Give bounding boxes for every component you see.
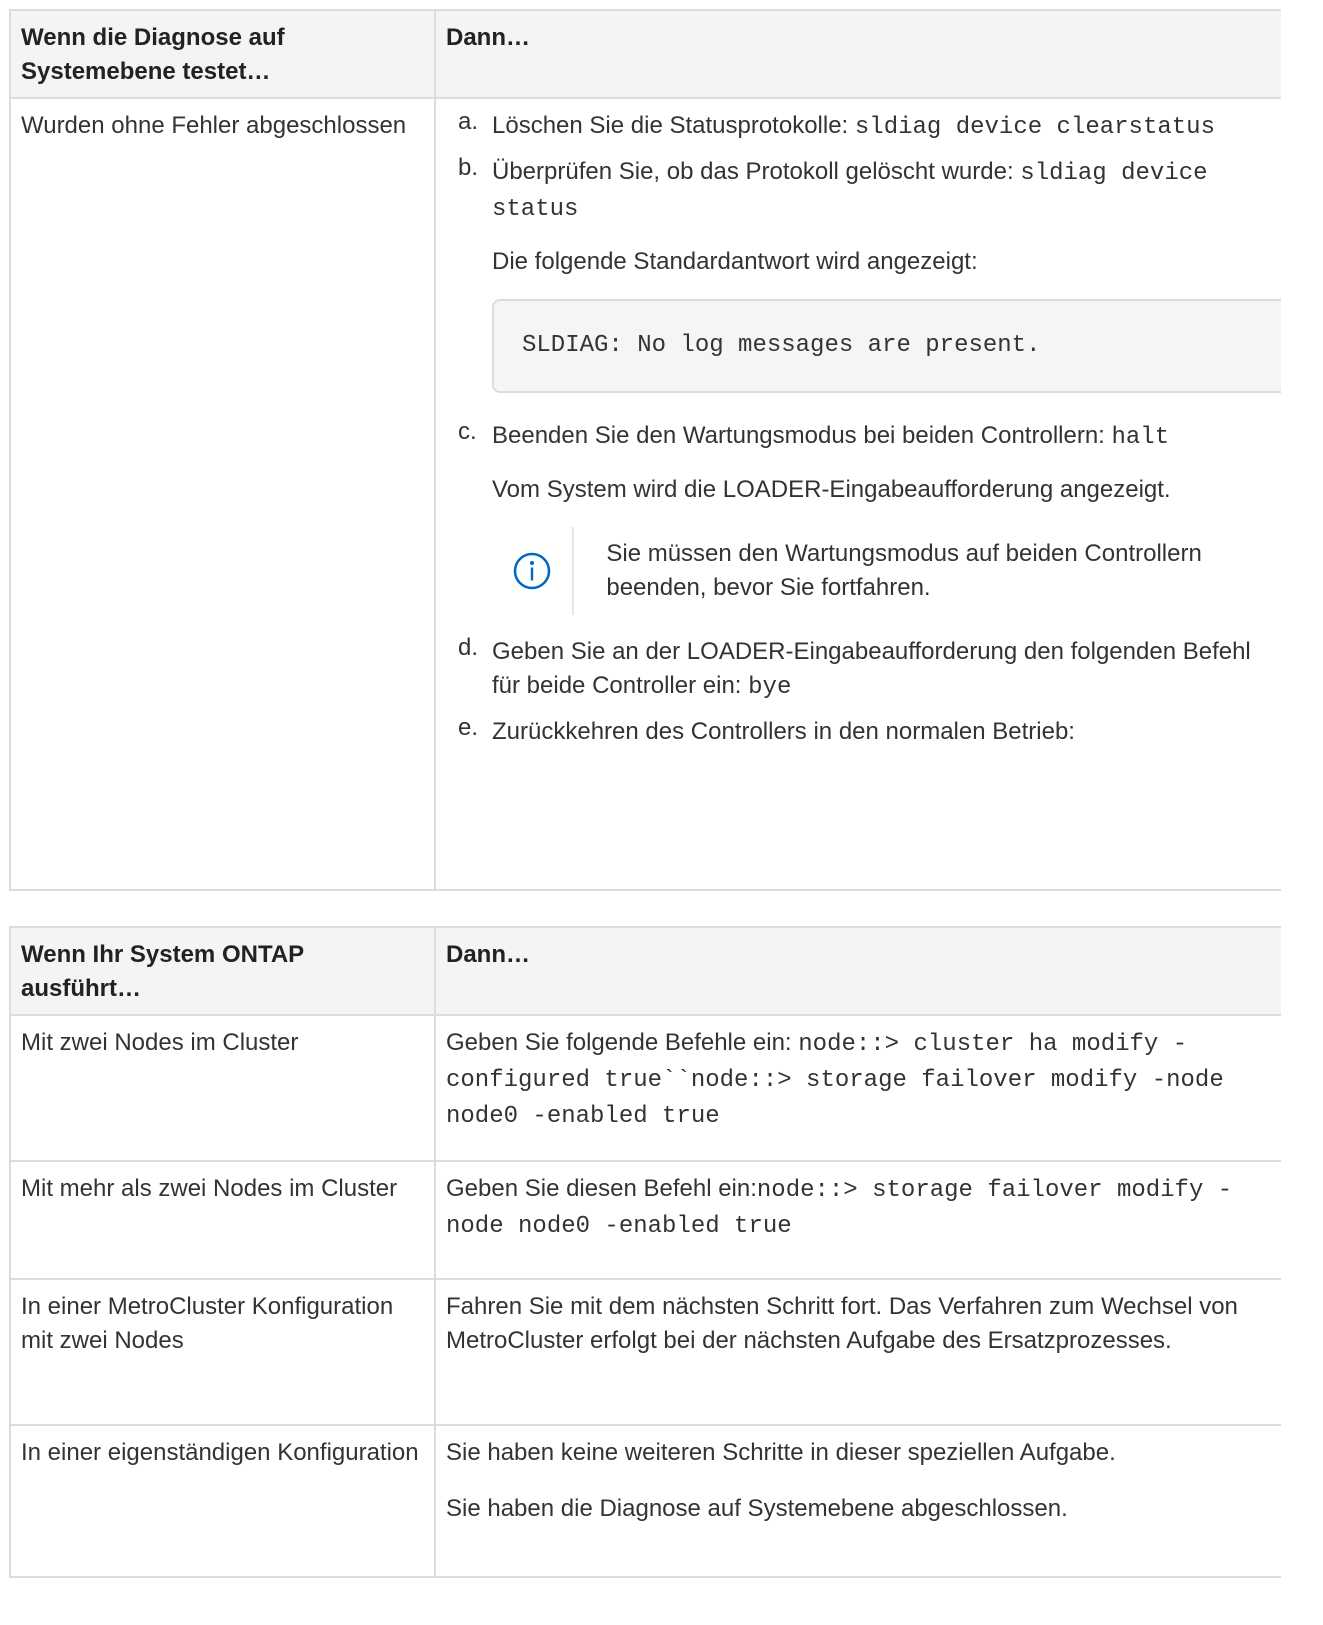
step-text: Geben Sie an der LOADER-Eingabeaufforder… bbox=[492, 638, 1251, 699]
step-marker: a. bbox=[458, 108, 479, 135]
row-label: Mit mehr als zwei Nodes im Cluster bbox=[21, 1175, 398, 1202]
step-a: a. Löschen Sie die Statusprotokolle: sld… bbox=[446, 108, 1271, 145]
steps-container: a. Löschen Sie die Statusprotokolle: sld… bbox=[436, 99, 1281, 769]
header-condition: Wenn Ihr System ONTAP ausführt… bbox=[21, 941, 304, 1002]
header-action: Dann… bbox=[446, 941, 530, 968]
info-circle-icon bbox=[513, 552, 551, 590]
step-note: Vom System wird die LOADER-Eingabeauffor… bbox=[492, 476, 1171, 503]
table-header-row: Wenn Ihr System ONTAP ausführt… Dann… bbox=[9, 926, 1281, 1016]
step-text: Zurückkehren des Controllers in den norm… bbox=[492, 718, 1075, 745]
step-list: a. Löschen Sie die Statusprotokolle: sld… bbox=[446, 108, 1281, 749]
row-content: Sie haben keine weiteren Schritte in die… bbox=[436, 1426, 1281, 1558]
code-output-block: SLDIAG: No log messages are present. bbox=[492, 299, 1281, 393]
table-row: Wurden ohne Fehler abgeschlossen a. Lösc… bbox=[9, 97, 1281, 891]
ontap-table: Wenn Ihr System ONTAP ausführt… Dann… Mi… bbox=[9, 926, 1281, 1578]
row-content: Geben Sie folgende Befehle ein: node::> … bbox=[436, 1016, 1281, 1144]
step-marker: c. bbox=[458, 418, 477, 445]
row-content: Fahren Sie mit dem nächsten Schritt fort… bbox=[446, 1293, 1238, 1354]
row-label: In einer MetroCluster Konfiguration mit … bbox=[21, 1293, 394, 1354]
admonition-icon-wrap bbox=[492, 527, 575, 615]
step-code: halt bbox=[1111, 424, 1170, 451]
step-text: Überprüfen Sie, ob das Protokoll gelösch… bbox=[492, 158, 1021, 185]
row-label: Wurden ohne Fehler abgeschlossen bbox=[21, 112, 407, 139]
header-action: Dann… bbox=[446, 24, 530, 51]
step-b: b. Überprüfen Sie, ob das Protokoll gelö… bbox=[446, 154, 1281, 393]
header-condition: Wenn die Diagnose auf Systemebene testet… bbox=[21, 24, 285, 85]
step-marker: e. bbox=[458, 714, 479, 741]
step-marker: d. bbox=[458, 634, 479, 661]
table-row: In einer MetroCluster Konfiguration mit … bbox=[9, 1278, 1281, 1426]
row-text-secondary: Sie haben die Diagnose auf Systemebene a… bbox=[446, 1495, 1068, 1522]
row-label: Mit zwei Nodes im Cluster bbox=[21, 1029, 299, 1056]
step-code: bye bbox=[748, 674, 792, 701]
step-e: e. Zurückkehren des Controllers in den n… bbox=[446, 714, 1271, 749]
step-d: d. Geben Sie an der LOADER-Eingabeauffor… bbox=[446, 634, 1271, 705]
table-row: Mit zwei Nodes im Cluster Geben Sie folg… bbox=[9, 1014, 1281, 1162]
table-row: In einer eigenständigen Konfiguration Si… bbox=[9, 1424, 1281, 1578]
row-text: Sie haben keine weiteren Schritte in die… bbox=[446, 1439, 1116, 1466]
row-label: In einer eigenständigen Konfiguration bbox=[21, 1439, 419, 1466]
table-header-row: Wenn die Diagnose auf Systemebene testet… bbox=[9, 9, 1281, 99]
row-content: Geben Sie diesen Befehl ein:node::> stor… bbox=[436, 1162, 1281, 1254]
step-code: sldiag device clearstatus bbox=[854, 114, 1215, 141]
step-c: c. Beenden Sie den Wartungsmodus bei bei… bbox=[446, 418, 1271, 615]
row-text: Geben Sie folgende Befehle ein: bbox=[446, 1029, 799, 1056]
step-note: Die folgende Standardantwort wird angeze… bbox=[492, 248, 978, 275]
admonition-note: Sie müssen den Wartungsmodus auf beiden … bbox=[492, 527, 1271, 615]
diagnostics-table: Wenn die Diagnose auf Systemebene testet… bbox=[9, 9, 1281, 891]
step-text: Löschen Sie die Statusprotokolle: bbox=[492, 112, 855, 139]
row-text: Geben Sie diesen Befehl ein: bbox=[446, 1175, 757, 1202]
step-marker: b. bbox=[458, 154, 479, 181]
table-row: Mit mehr als zwei Nodes im Cluster Geben… bbox=[9, 1160, 1281, 1280]
step-text: Beenden Sie den Wartungsmodus bei beiden… bbox=[492, 422, 1112, 449]
admonition-text: Sie müssen den Wartungsmodus auf beiden … bbox=[606, 540, 1202, 601]
